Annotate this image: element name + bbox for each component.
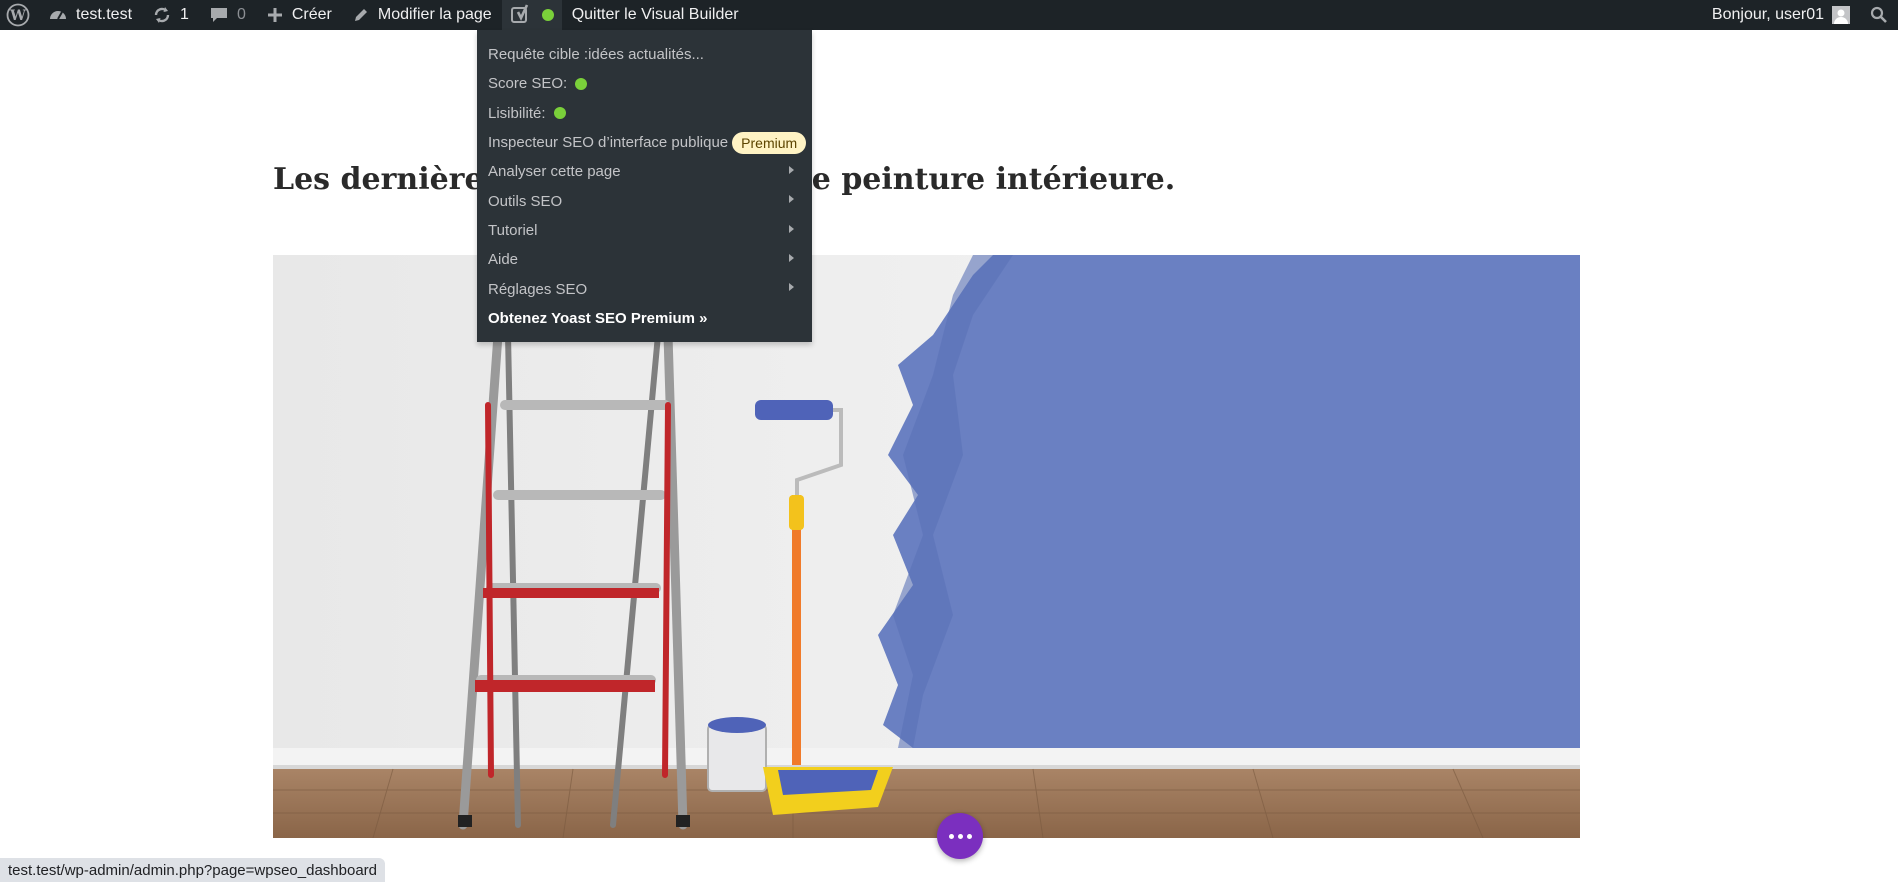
updates-count: 1 bbox=[180, 6, 189, 23]
wordpress-logo-icon[interactable]: W bbox=[0, 0, 38, 30]
site-name-link[interactable]: test.test bbox=[38, 0, 142, 30]
admin-bar: W test.test 1 0 Créer Modifier la page Q… bbox=[0, 0, 1898, 30]
user-icon bbox=[1834, 9, 1848, 24]
dot-icon bbox=[966, 833, 972, 839]
dot-icon bbox=[957, 833, 963, 839]
submenu-arrow-icon bbox=[789, 283, 794, 292]
menu-item-seo-tools[interactable]: Outils SEO bbox=[477, 186, 812, 215]
submenu-arrow-icon bbox=[789, 195, 794, 204]
painting-scene-illustration bbox=[273, 255, 1580, 838]
analyze-page-label: Analyser cette page bbox=[488, 163, 621, 181]
visual-builder-label: Quitter le Visual Builder bbox=[571, 6, 739, 23]
seo-tools-label: Outils SEO bbox=[488, 192, 563, 210]
avatar bbox=[1832, 6, 1850, 24]
yoast-seo-dropdown: Requête cible :idées actualités... Score… bbox=[477, 30, 812, 342]
plus-icon bbox=[267, 8, 282, 22]
hero-image bbox=[273, 255, 1580, 838]
premium-badge: Premium bbox=[732, 131, 807, 154]
site-name: test.test bbox=[76, 6, 133, 23]
menu-item-help[interactable]: Aide bbox=[477, 245, 812, 274]
comments-count: 0 bbox=[236, 6, 246, 23]
admin-bar-secondary: Bonjour, user01 bbox=[1702, 0, 1898, 30]
exit-visual-builder-link[interactable]: Quitter le Visual Builder bbox=[562, 0, 749, 30]
seo-score-label: Score SEO: bbox=[488, 75, 568, 93]
edit-page-label: Modifier la page bbox=[377, 6, 492, 23]
seo-settings-label: Réglages SEO bbox=[488, 280, 588, 298]
submenu-arrow-icon bbox=[789, 254, 794, 263]
browser-status-url: test.test/wp-admin/admin.php?page=wpseo_… bbox=[0, 858, 385, 882]
create-menu[interactable]: Créer bbox=[256, 0, 342, 30]
menu-item-readability[interactable]: Lisibilité: bbox=[477, 99, 812, 128]
create-label: Créer bbox=[291, 6, 332, 23]
search-button[interactable] bbox=[1856, 0, 1898, 30]
submenu-arrow-icon bbox=[789, 166, 794, 175]
tutorial-label: Tutoriel bbox=[488, 221, 538, 239]
dot-icon bbox=[948, 833, 954, 839]
readability-label: Lisibilité: bbox=[488, 104, 546, 122]
help-label: Aide bbox=[488, 251, 519, 269]
menu-item-seo-score[interactable]: Score SEO: bbox=[477, 69, 812, 98]
search-icon bbox=[1870, 6, 1887, 23]
seo-status-dot bbox=[541, 9, 554, 21]
submenu-arrow-icon bbox=[789, 224, 794, 233]
menu-item-tutorial[interactable]: Tutoriel bbox=[477, 216, 812, 245]
updates-link[interactable]: 1 bbox=[142, 0, 199, 30]
refresh-icon bbox=[154, 7, 170, 23]
pencil-icon bbox=[354, 9, 367, 21]
frontend-inspector-label: Inspecteur SEO d’interface publique bbox=[488, 134, 729, 152]
dashboard-icon bbox=[50, 11, 66, 20]
heading-start: Les dernières bbox=[273, 162, 501, 197]
account-menu[interactable]: Bonjour, user01 bbox=[1702, 0, 1856, 30]
yoast-logo-icon bbox=[510, 4, 528, 23]
greeting: Bonjour, user01 bbox=[1711, 6, 1824, 23]
menu-item-analyze-page[interactable]: Analyser cette page bbox=[477, 157, 812, 186]
yoast-seo-menu[interactable] bbox=[501, 0, 562, 30]
menu-item-get-premium[interactable]: Obtenez Yoast SEO Premium » bbox=[477, 304, 812, 333]
builder-options-button[interactable] bbox=[937, 813, 983, 859]
comment-icon bbox=[210, 8, 227, 22]
menu-item-seo-settings[interactable]: Réglages SEO bbox=[477, 274, 812, 303]
readability-dot bbox=[553, 107, 566, 120]
menu-item-frontend-inspector[interactable]: Inspecteur SEO d’interface publique Prem… bbox=[477, 128, 812, 157]
svg-text:W: W bbox=[9, 8, 26, 24]
get-premium-label: Obtenez Yoast SEO Premium » bbox=[488, 309, 708, 327]
comments-link[interactable]: 0 bbox=[199, 0, 256, 30]
menu-item-focus-keyphrase[interactable]: Requête cible :idées actualités... bbox=[477, 40, 812, 69]
focus-keyphrase-label: Requête cible :idées actualités... bbox=[488, 46, 704, 64]
seo-score-dot bbox=[575, 77, 588, 90]
edit-page-link[interactable]: Modifier la page bbox=[342, 0, 502, 30]
